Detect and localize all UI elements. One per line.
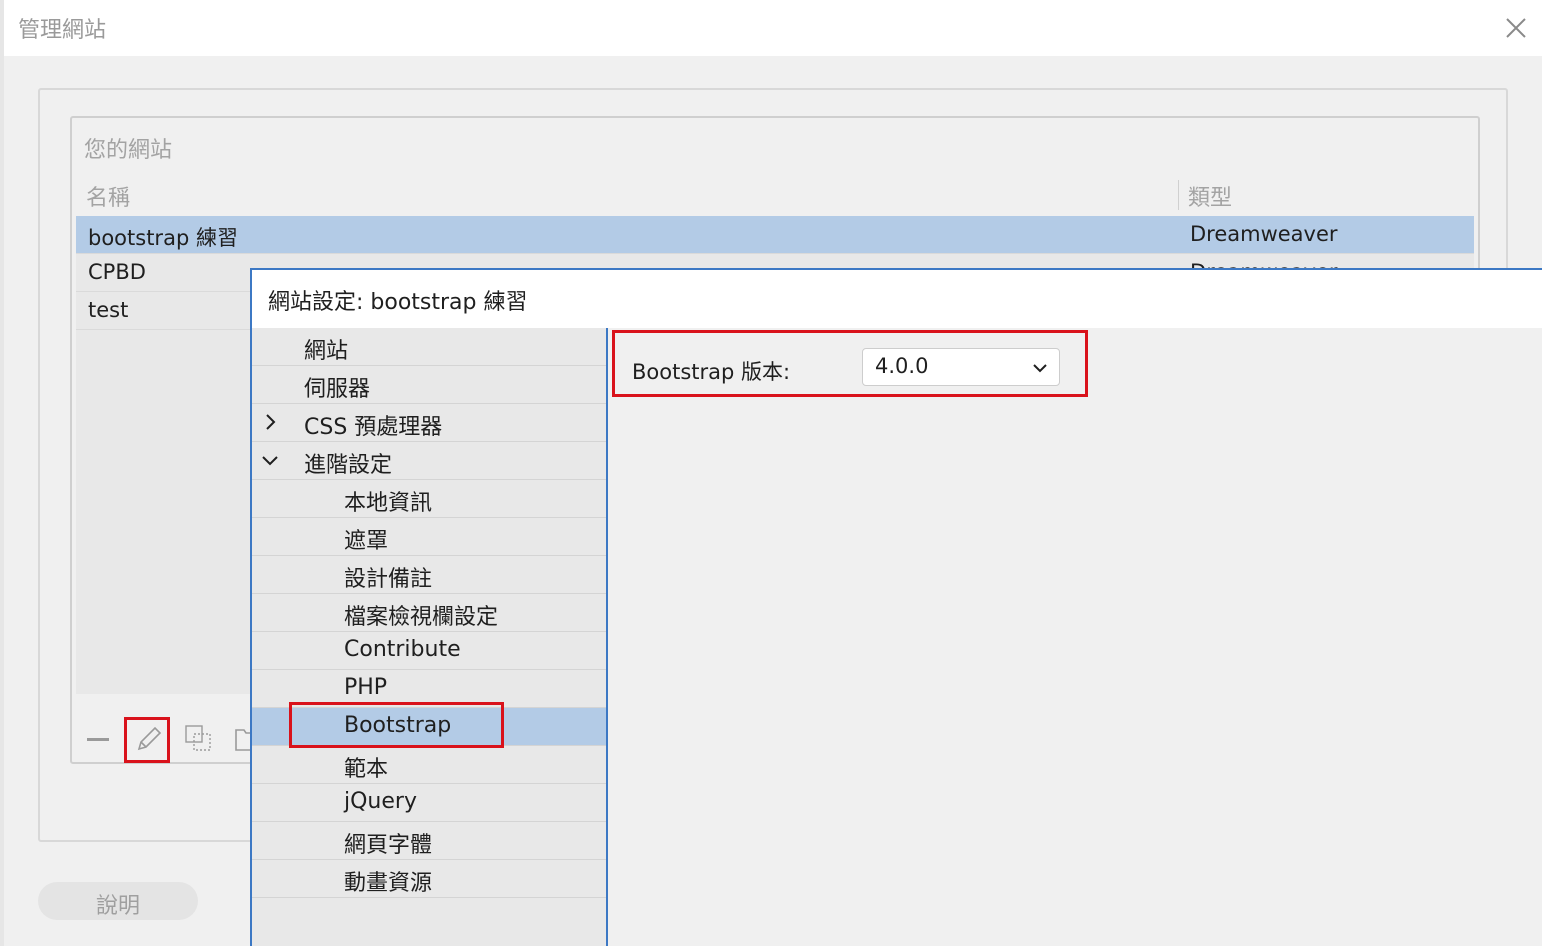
nav-item-animation-assets[interactable]: 動畫資源 [252,860,606,898]
nav-item-file-view-columns[interactable]: 檔案檢視欄設定 [252,594,606,632]
chevron-right-icon[interactable] [258,410,282,434]
sites-toolbar [76,716,276,762]
nav-item-label: 動畫資源 [344,871,433,896]
minus-icon[interactable] [80,720,118,758]
nav-item-site[interactable]: 網站 [252,328,606,366]
nav-item-label: CSS 預處理器 [304,415,443,440]
highlight-bootstrap-version [612,330,1088,397]
site-name: CPBD [88,260,146,284]
close-icon[interactable] [1496,8,1536,48]
nav-item-label: 網頁字體 [344,833,433,858]
your-sites-label: 您的網站 [84,138,173,163]
bootstrap-settings-panel: Bootstrap 版本: 4.0.0 [610,328,1542,946]
nav-item-cloaking[interactable]: 遮罩 [252,518,606,556]
site-name: bootstrap 練習 [88,226,238,250]
nav-item-templates[interactable]: 範本 [252,746,606,784]
site-setup-title: 網站設定: bootstrap 練習 [268,290,528,315]
site-name: test [88,298,129,322]
column-separator [1178,180,1179,210]
column-header-name[interactable]: 名稱 [86,180,130,212]
nav-item-label: PHP [344,675,388,700]
nav-item-advanced-settings[interactable]: 進階設定 [252,442,606,480]
chevron-down-icon[interactable] [258,448,282,472]
nav-item-label: 範本 [344,757,389,782]
highlight-bootstrap-nav [289,702,504,748]
nav-item-label: jQuery [344,789,417,814]
site-setup-titlebar: 網站設定: bootstrap 練習 [252,270,1542,328]
nav-item-label: Contribute [344,637,461,662]
nav-item-label: 進階設定 [304,453,393,478]
highlight-edit-button [124,717,170,763]
nav-item-jquery[interactable]: jQuery [252,784,606,822]
manage-sites-title: 管理網站 [18,18,107,43]
help-button[interactable]: 說明 [38,882,198,920]
nav-item-label: 網站 [304,339,349,364]
site-type: Dreamweaver [1190,222,1338,246]
nav-item-label: 本地資訊 [344,491,433,516]
nav-item-label: 伺服器 [304,377,371,402]
manage-sites-titlebar: 管理網站 [4,0,1542,56]
nav-item-local-info[interactable]: 本地資訊 [252,480,606,518]
nav-item-css-preprocessors[interactable]: CSS 預處理器 [252,404,606,442]
site-setup-nav: 網站 伺服器 CSS 預處理器 進階設定 本地資訊 遮罩 設計備註 檔案檢視欄設… [252,328,608,946]
duplicate-icon[interactable] [180,720,218,758]
nav-item-contribute[interactable]: Contribute [252,632,606,670]
help-button-label: 說明 [95,894,140,919]
nav-item-label: 設計備註 [344,567,433,592]
site-row[interactable]: bootstrap 練習 Dreamweaver [76,216,1474,254]
nav-item-servers[interactable]: 伺服器 [252,366,606,404]
column-header-type[interactable]: 類型 [1188,180,1232,212]
nav-item-label: 檔案檢視欄設定 [344,605,499,630]
nav-item-label: 遮罩 [344,529,389,554]
nav-item-design-notes[interactable]: 設計備註 [252,556,606,594]
nav-item-web-fonts[interactable]: 網頁字體 [252,822,606,860]
